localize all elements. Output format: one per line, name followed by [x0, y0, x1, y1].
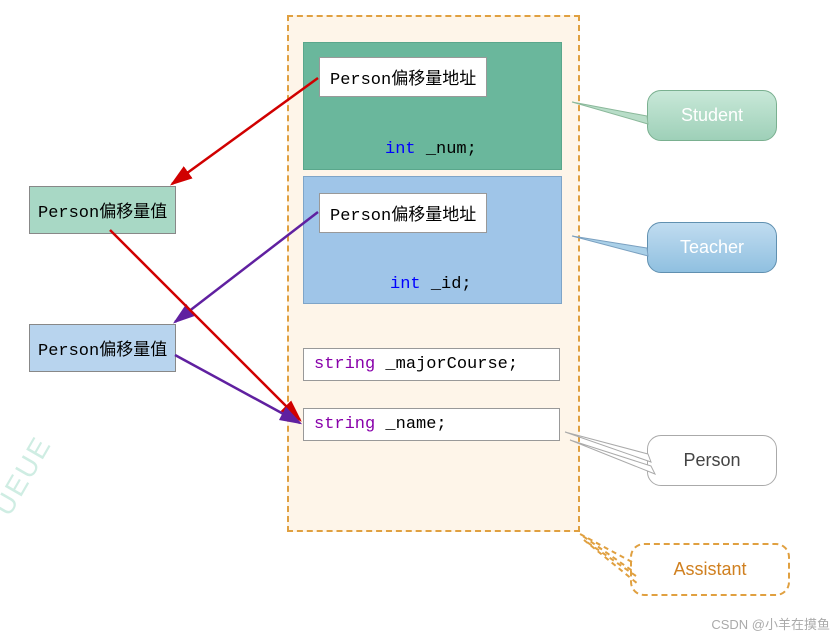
callout-assistant-1 [580, 534, 634, 572]
teacher-field-name: _id; [431, 275, 472, 294]
major-course-box: string _majorCourse; [303, 348, 560, 381]
student-offset-addr-box: Person偏移量地址 [319, 57, 487, 97]
assistant-label: Assistant [630, 543, 790, 596]
teacher-field: int _id; [390, 275, 472, 294]
teacher-label: Teacher [647, 222, 777, 273]
student-offset-addr-text: Person偏移量地址 [330, 71, 476, 90]
teacher-field-type: int [390, 275, 421, 294]
callout-teacher [572, 236, 648, 256]
person-label: Person [647, 435, 777, 486]
person-offset-value-green: Person偏移量值 [29, 186, 176, 234]
teacher-offset-addr-box: Person偏移量地址 [319, 193, 487, 233]
major-type: string [314, 355, 375, 374]
student-field: int _num; [385, 140, 477, 159]
name-name: _name; [385, 415, 446, 434]
person-offset-value-blue: Person偏移量值 [29, 324, 176, 372]
arrow-blueval-to-name [175, 355, 300, 423]
student-label: Student [647, 90, 777, 141]
student-field-type: int [385, 140, 416, 159]
csdn-watermark: CSDN @小羊在摸鱼 [711, 614, 830, 633]
teacher-offset-addr-text: Person偏移量地址 [330, 207, 476, 226]
name-box: string _name; [303, 408, 560, 441]
callout-person-2 [570, 440, 655, 474]
name-type: string [314, 415, 375, 434]
student-field-name: _num; [426, 140, 477, 159]
side-watermark: UEUE [0, 431, 58, 521]
major-name: _majorCourse; [385, 355, 518, 374]
callout-student [572, 102, 648, 124]
